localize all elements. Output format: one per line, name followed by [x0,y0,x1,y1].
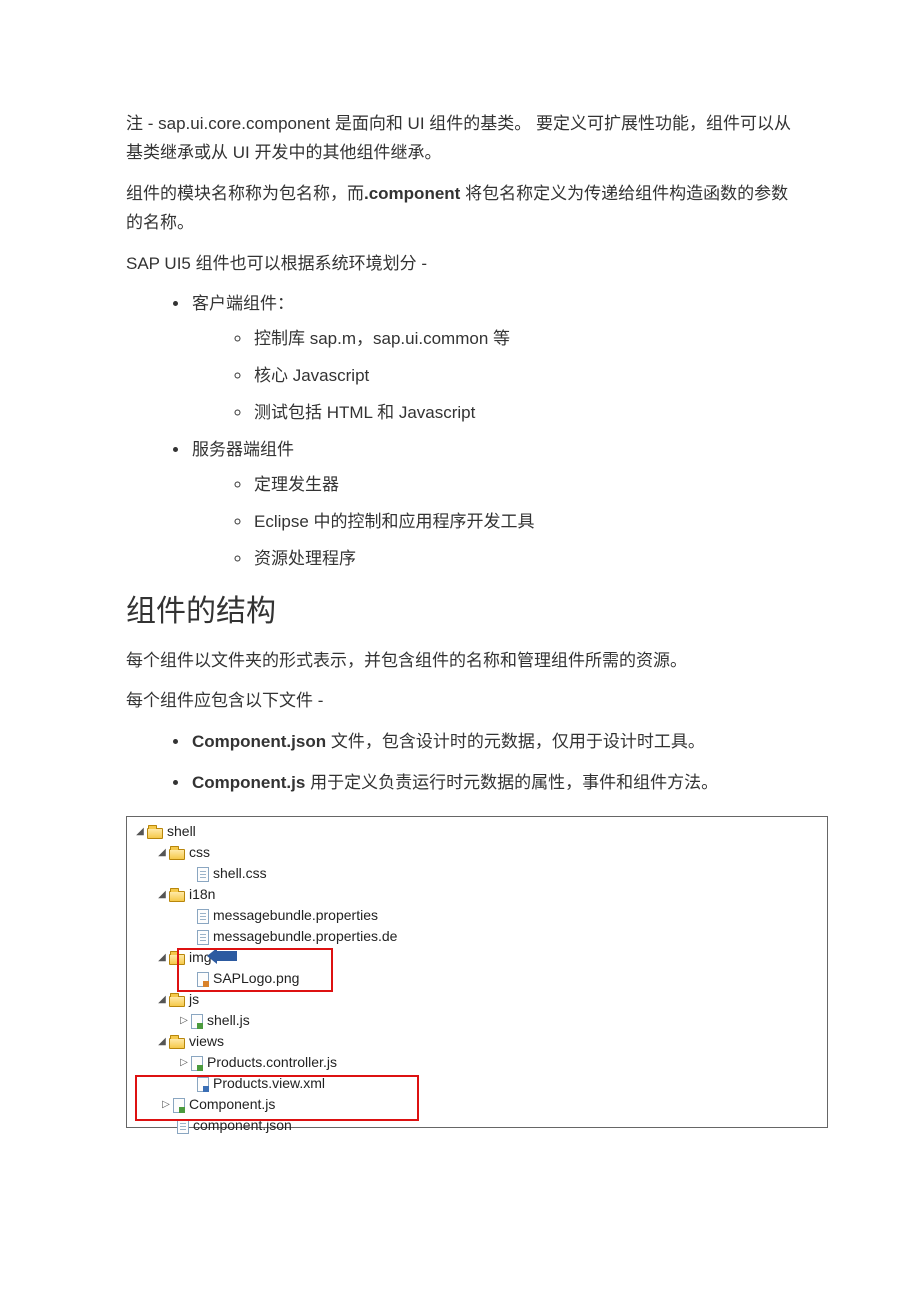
expand-icon[interactable]: ▷ [179,1011,189,1031]
file-js-bold: Component.js [192,773,305,792]
tree-label: shell [167,823,196,839]
tree-label: shell.js [207,1012,250,1028]
file-json-bold: Component.json [192,732,326,751]
expand-icon[interactable]: ◢ [157,843,167,863]
folder-icon [169,849,185,860]
tree-label: css [189,844,210,860]
expand-icon[interactable]: ◢ [157,885,167,905]
env-paragraph: SAP UI5 组件也可以根据系统环境划分 - [126,250,794,279]
file-icon [197,930,209,945]
file-icon [197,909,209,924]
file-icon [197,867,209,882]
server-sub-0: 定理发生器 [252,471,794,500]
note-prefix: 注 - [126,114,158,133]
expand-icon[interactable]: ◢ [157,948,167,968]
server-sublist: 定理发生器 Eclipse 中的控制和应用程序开发工具 资源处理程序 [192,471,794,574]
expand-icon[interactable]: ▷ [179,1053,189,1073]
tree-label: views [189,1033,224,1049]
client-sub-2: 测试包括 HTML 和 Javascript [252,399,794,428]
module-paragraph: 组件的模块名称称为包名称，而.component 将包名称定义为传递给组件构造函… [126,180,794,238]
tree-node-shellcss[interactable]: shell.css [131,863,827,884]
client-label: 客户端组件： [192,294,294,313]
tree-label: messagebundle.properties [213,907,378,923]
tree-node-mbde[interactable]: messagebundle.properties.de [131,926,827,947]
tree-label: js [189,991,199,1007]
server-sub-1: Eclipse 中的控制和应用程序开发工具 [252,508,794,537]
tree-node-mb[interactable]: messagebundle.properties [131,905,827,926]
expand-icon[interactable]: ◢ [157,1032,167,1052]
expand-icon[interactable]: ◢ [157,990,167,1010]
structure-intro: 每个组件应包含以下文件 - [126,687,794,716]
module-prefix: 组件的模块名称称为包名称，而 [126,184,364,203]
file-js-rest: 用于定义负责运行时元数据的属性，事件和组件方法。 [305,773,718,792]
server-sub-2: 资源处理程序 [252,545,794,574]
tree-label: Products.controller.js [207,1054,337,1070]
file-json-rest: 文件，包含设计时的元数据，仅用于设计时工具。 [326,732,705,751]
folder-tree: ◢shell ◢css shell.css ◢i18n messagebundl… [126,816,828,1128]
folder-icon [169,1038,185,1049]
tree-node-js[interactable]: ◢ js [131,989,827,1010]
note-paragraph: 注 - sap.ui.core.component 是面向和 UI 组件的基类。… [126,110,794,168]
highlight-box-img [177,948,333,992]
server-item: 服务器端组件 定理发生器 Eclipse 中的控制和应用程序开发工具 资源处理程… [190,436,794,574]
folder-icon [147,828,163,839]
tree-node-controller[interactable]: ▷ Products.controller.js [131,1052,827,1073]
server-label: 服务器端组件 [192,440,294,459]
expand-icon[interactable]: ◢ [135,822,145,842]
tree-node-shell[interactable]: ◢ shell [131,821,827,842]
tree-label: shell.css [213,865,267,881]
tree-node-shelljs[interactable]: ▷ shell.js [131,1010,827,1031]
component-keyword: .component [364,184,460,203]
files-list: Component.json 文件，包含设计时的元数据，仅用于设计时工具。 Co… [126,728,794,798]
env-list: 客户端组件： 控制库 sap.m，sap.ui.common 等 核心 Java… [126,290,794,573]
folder-icon [169,891,185,902]
tree-label: i18n [189,886,215,902]
structure-desc: 每个组件以文件夹的形式表示，并包含组件的名称和管理组件所需的资源。 [126,647,794,676]
client-item: 客户端组件： 控制库 sap.m，sap.ui.common 等 核心 Java… [190,290,794,428]
highlight-box-component [135,1075,419,1121]
file-item-json: Component.json 文件，包含设计时的元数据，仅用于设计时工具。 [190,728,794,757]
js-file-icon [191,1014,203,1029]
client-sub-1: 核心 Javascript [252,362,794,391]
client-sublist: 控制库 sap.m，sap.ui.common 等 核心 Javascript … [192,325,794,428]
file-icon [177,1119,189,1134]
tree-node-i18n[interactable]: ◢ i18n [131,884,827,905]
tree-node-views[interactable]: ◢ views [131,1031,827,1052]
file-item-js: Component.js 用于定义负责运行时元数据的属性，事件和组件方法。 [190,769,794,798]
code-class: sap.ui.core.component [158,114,330,133]
structure-heading: 组件的结构 [126,586,794,637]
tree-label: messagebundle.properties.de [213,928,397,944]
folder-icon [169,996,185,1007]
client-sub-0: 控制库 sap.m，sap.ui.common 等 [252,325,794,354]
js-file-icon [191,1056,203,1071]
tree-node-css[interactable]: ◢ css [131,842,827,863]
